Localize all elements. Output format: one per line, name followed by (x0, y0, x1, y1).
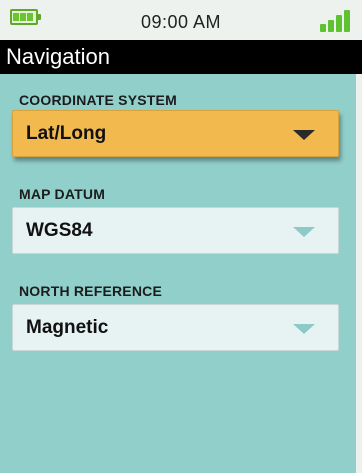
north-reference-dropdown[interactable]: Magnetic (12, 304, 339, 351)
status-bar: 09:00 AM (0, 0, 362, 40)
map-datum-dropdown[interactable]: WGS84 (12, 207, 339, 254)
chevron-down-icon (293, 324, 315, 334)
north-reference-value: Magnetic (26, 317, 109, 338)
chevron-down-icon (293, 227, 315, 237)
device-screen: 09:00 AM Navigation COORDINATE SYSTEM La… (0, 0, 362, 473)
map-datum-label: MAP DATUM (19, 186, 106, 202)
coordinate-system-dropdown[interactable]: Lat/Long (12, 110, 339, 157)
map-datum-value: WGS84 (26, 220, 93, 241)
settings-panel: COORDINATE SYSTEM Lat/Long MAP DATUM WGS… (0, 74, 362, 473)
signal-strength-icon (318, 8, 354, 32)
chevron-down-icon (293, 130, 315, 140)
coordinate-system-value: Lat/Long (26, 123, 107, 144)
coordinate-system-label: COORDINATE SYSTEM (19, 92, 177, 108)
title-bar: Navigation (0, 40, 362, 74)
page-title: Navigation (6, 44, 110, 69)
clock: 09:00 AM (140, 12, 222, 32)
north-reference-label: NORTH REFERENCE (19, 283, 163, 299)
